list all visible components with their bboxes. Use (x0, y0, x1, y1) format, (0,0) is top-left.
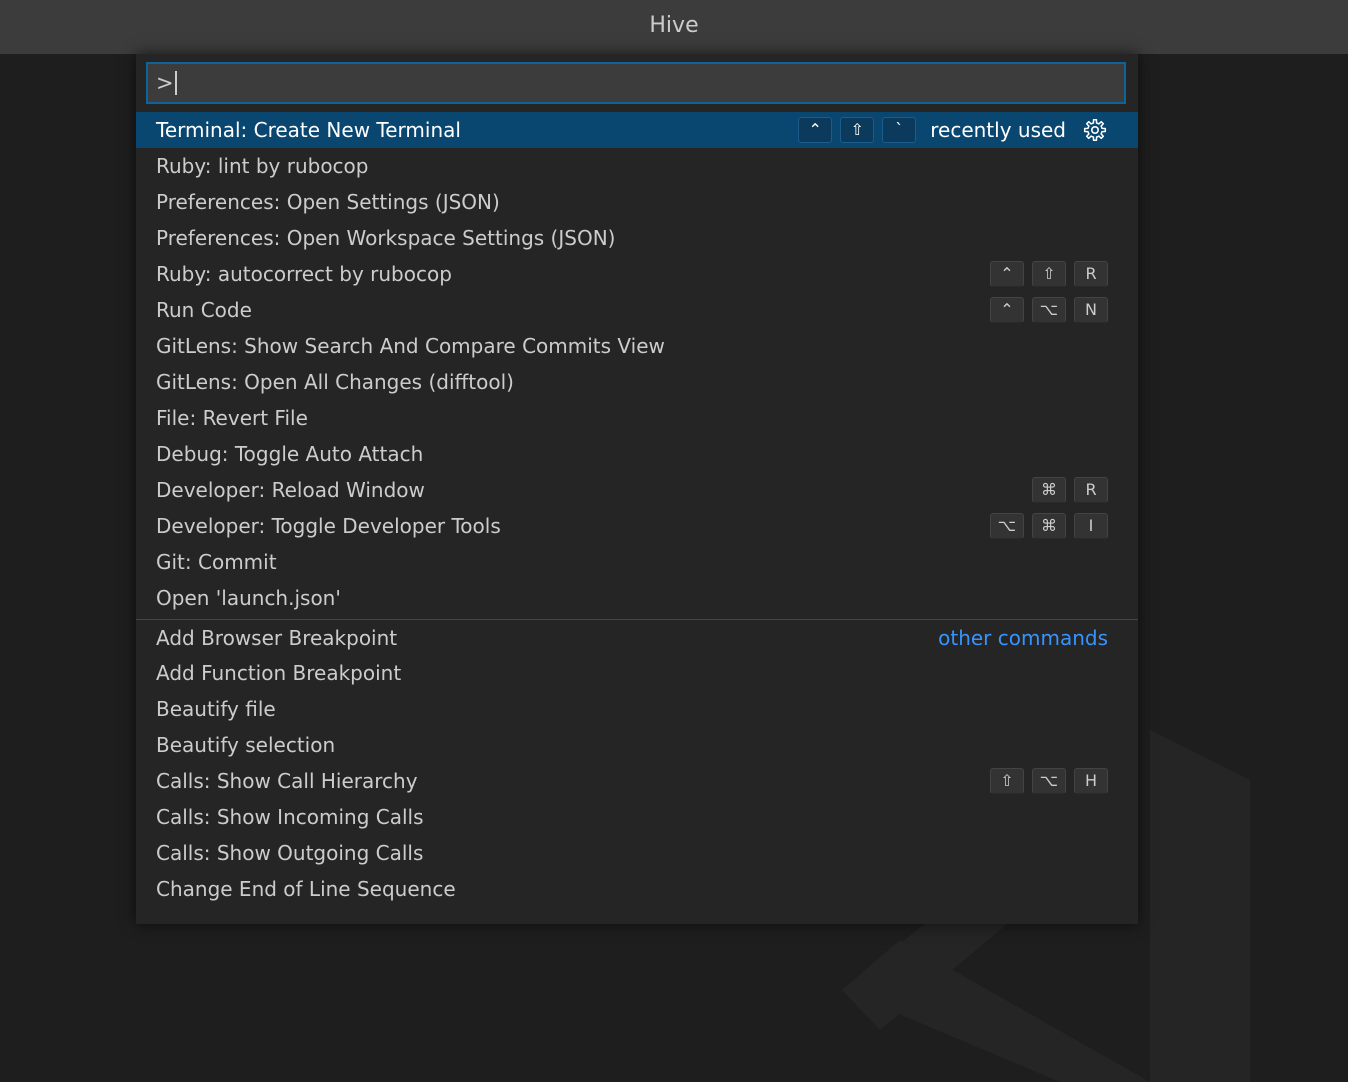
window-title: Hive (0, 0, 1348, 54)
command-item-calls-show-call-hierarchy[interactable]: Calls: Show Call Hierarchy ⇧ ⌥ H (136, 763, 1138, 799)
keybinding-key: I (1074, 513, 1108, 539)
keybinding: ⇧ ⌥ H (990, 768, 1108, 794)
command-label: Run Code (156, 298, 252, 322)
command-item-add-function-breakpoint[interactable]: Add Function Breakpoint (136, 655, 1138, 691)
keybinding-key: ⌃ (990, 297, 1024, 323)
text-caret (174, 71, 177, 95)
command-item-debug-toggle-auto-attach[interactable]: Debug: Toggle Auto Attach (136, 436, 1138, 472)
keybinding-key: ⌘ (1032, 477, 1066, 503)
command-label: Developer: Toggle Developer Tools (156, 514, 501, 538)
command-label: Beautify selection (156, 733, 336, 757)
command-label: Change End of Line Sequence (156, 877, 456, 901)
command-item-gitlens-show-search-and-compare-commits-view[interactable]: GitLens: Show Search And Compare Commits… (136, 328, 1138, 364)
command-item-developer-toggle-developer-tools[interactable]: Developer: Toggle Developer Tools ⌥ ⌘ I (136, 508, 1138, 544)
keybinding-key: ⌥ (990, 513, 1024, 539)
command-label: Developer: Reload Window (156, 478, 425, 502)
keybinding-key: H (1074, 768, 1108, 794)
keybinding-key: N (1074, 297, 1108, 323)
keybinding-key: ` (882, 117, 917, 143)
command-item-calls-show-outgoing-calls[interactable]: Calls: Show Outgoing Calls (136, 835, 1138, 871)
command-label: Open 'launch.json' (156, 586, 341, 610)
command-label: Preferences: Open Workspace Settings (JS… (156, 226, 616, 250)
command-label: Calls: Show Outgoing Calls (156, 841, 424, 865)
command-label: Add Browser Breakpoint (156, 625, 398, 650)
command-label: GitLens: Show Search And Compare Commits… (156, 334, 665, 358)
command-item-gitlens-open-all-changes-difftool[interactable]: GitLens: Open All Changes (difftool) (136, 364, 1138, 400)
command-item-add-browser-breakpoint[interactable]: Add Browser Breakpoint other commands (136, 619, 1138, 655)
command-label: Add Function Breakpoint (156, 661, 402, 685)
command-item-developer-reload-window[interactable]: Developer: Reload Window ⌘ R (136, 472, 1138, 508)
command-item-open-launch-json[interactable]: Open 'launch.json' (136, 580, 1138, 616)
keybinding-key: ⇧ (840, 117, 875, 143)
command-item-preferences-open-settings-json[interactable]: Preferences: Open Settings (JSON) (136, 184, 1138, 220)
gear-icon[interactable] (1082, 117, 1108, 143)
command-label: Terminal: Create New Terminal (156, 118, 461, 142)
keybinding-key: ⌥ (1032, 768, 1066, 794)
command-label: Calls: Show Incoming Calls (156, 805, 424, 829)
command-label: Debug: Toggle Auto Attach (156, 442, 424, 466)
command-label: Ruby: autocorrect by rubocop (156, 262, 452, 286)
keybinding: ⌃ ⌥ N (990, 297, 1108, 323)
keybinding-key: ⇧ (990, 768, 1024, 794)
command-label: Ruby: lint by rubocop (156, 154, 369, 178)
recently-used-label: recently used (930, 118, 1066, 142)
command-label: File: Revert File (156, 406, 308, 430)
command-label: Git: Commit (156, 550, 277, 574)
keybinding: ⌥ ⌘ I (990, 513, 1108, 539)
keybinding-key: ⌃ (798, 117, 833, 143)
keybinding-key: ⌘ (1032, 513, 1066, 539)
command-item-change-end-of-line-sequence[interactable]: Change End of Line Sequence (136, 871, 1138, 907)
command-item-preferences-open-workspace-settings-json[interactable]: Preferences: Open Workspace Settings (JS… (136, 220, 1138, 256)
command-list: Terminal: Create New Terminal ⌃ ⇧ ` recently… (136, 112, 1138, 907)
command-input[interactable]: > (146, 62, 1126, 104)
command-item-git-commit[interactable]: Git: Commit (136, 544, 1138, 580)
keybinding-key: ⌃ (990, 261, 1024, 287)
command-item-beautify-selection[interactable]: Beautify selection (136, 727, 1138, 763)
command-item-terminal-create-new-terminal[interactable]: Terminal: Create New Terminal ⌃ ⇧ ` recently… (136, 112, 1138, 148)
keybinding: ⌃ ⇧ ` (798, 117, 917, 143)
command-label: Preferences: Open Settings (JSON) (156, 190, 500, 214)
command-input-value: > (156, 71, 174, 95)
command-item-run-code[interactable]: Run Code ⌃ ⌥ N (136, 292, 1138, 328)
other-commands-label: other commands (938, 625, 1108, 650)
command-label: Beautify file (156, 697, 276, 721)
command-label: GitLens: Open All Changes (difftool) (156, 370, 514, 394)
command-item-ruby-lint-by-rubocop[interactable]: Ruby: lint by rubocop (136, 148, 1138, 184)
command-palette: > Terminal: Create New Terminal ⌃ ⇧ ` recent… (136, 54, 1138, 924)
keybinding-key: R (1074, 261, 1108, 287)
keybinding-key: ⌥ (1032, 297, 1066, 323)
keybinding: ⌃ ⇧ R (990, 261, 1108, 287)
command-item-beautify-file[interactable]: Beautify file (136, 691, 1138, 727)
command-item-file-revert-file[interactable]: File: Revert File (136, 400, 1138, 436)
command-item-calls-show-incoming-calls[interactable]: Calls: Show Incoming Calls (136, 799, 1138, 835)
keybinding-key: R (1074, 477, 1108, 503)
command-item-ruby-autocorrect-by-rubocop[interactable]: Ruby: autocorrect by rubocop ⌃ ⇧ R (136, 256, 1138, 292)
keybinding: ⌘ R (1032, 477, 1108, 503)
keybinding-key: ⇧ (1032, 261, 1066, 287)
command-label: Calls: Show Call Hierarchy (156, 769, 418, 793)
